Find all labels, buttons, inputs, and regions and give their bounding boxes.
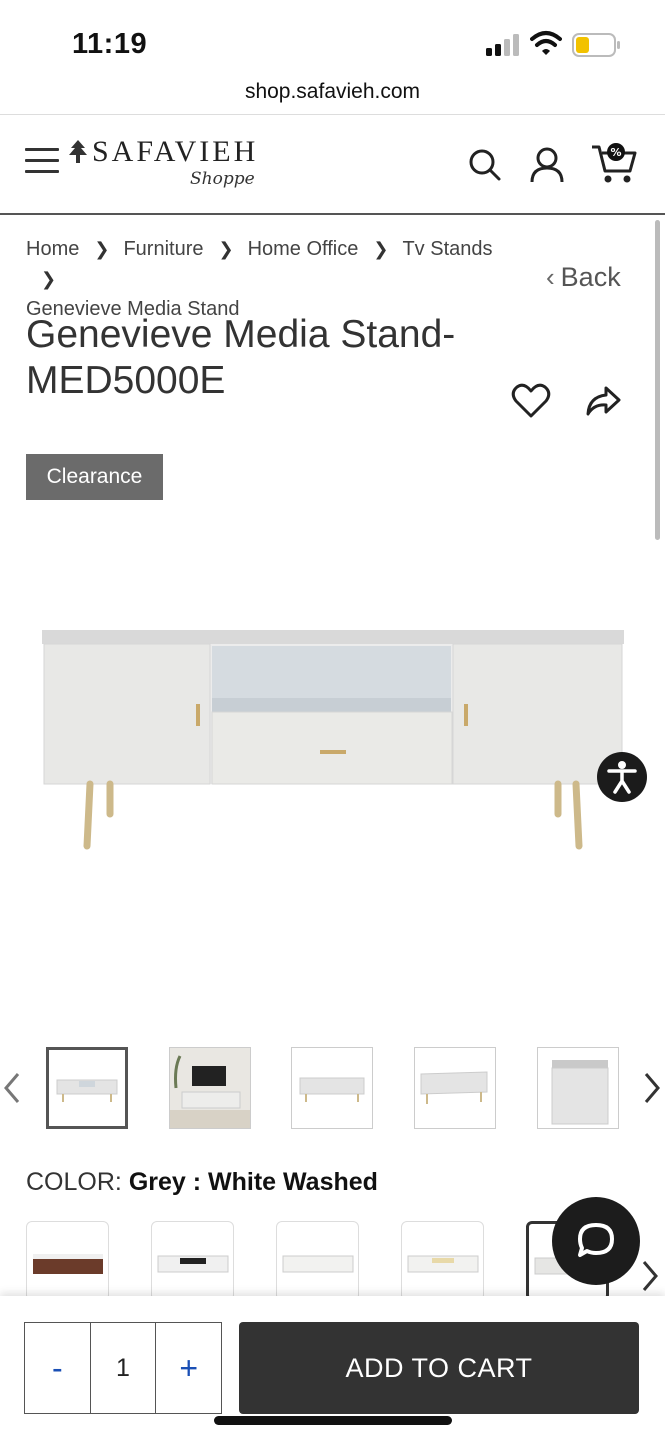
- color-swatch-walnut[interactable]: [26, 1221, 109, 1301]
- menu-icon[interactable]: [25, 148, 59, 176]
- thumbnail-doors-closed[interactable]: [291, 1047, 373, 1129]
- quantity-decrease-button[interactable]: -: [25, 1323, 91, 1413]
- safavieh-logo[interactable]: SAFAVIEH Shoppe: [66, 135, 266, 195]
- search-icon[interactable]: [465, 145, 505, 185]
- status-bar: 11:19: [0, 0, 665, 70]
- clearance-badge: Clearance: [26, 454, 163, 500]
- color-swatch-black-white[interactable]: [151, 1221, 234, 1301]
- chat-bubble-icon: [578, 1223, 614, 1257]
- thumbnails-next-arrow[interactable]: [640, 1068, 664, 1108]
- chevron-left-icon: ‹: [546, 262, 555, 292]
- thumbnail-angle[interactable]: [414, 1047, 496, 1129]
- logo-subtitle: Shoppe: [190, 169, 255, 189]
- cart-icon[interactable]: %: [590, 141, 638, 185]
- product-sku: MED5000E: [26, 359, 226, 402]
- chevron-right-icon: ❯: [373, 239, 389, 259]
- url-text: shop.safavieh.com: [244, 80, 421, 103]
- thumbnail-front[interactable]: [46, 1047, 128, 1129]
- account-icon[interactable]: [527, 145, 567, 185]
- breadcrumb-tv-stands[interactable]: Tv Stands: [402, 238, 492, 260]
- color-swatch-white[interactable]: [276, 1221, 359, 1301]
- chevron-right-icon: ❯: [218, 239, 234, 259]
- breadcrumb: Home ❯ Furniture ❯ Home Office ❯ Tv Stands❯ Ge…: [26, 234, 526, 324]
- chevron-right-icon: ❯: [94, 239, 110, 259]
- cart-badge: %: [610, 146, 621, 159]
- wifi-icon: [530, 31, 562, 55]
- color-value: Grey : White Washed: [128, 1168, 378, 1196]
- quantity-value[interactable]: 1: [91, 1323, 157, 1413]
- cellular-signal-icon: [486, 34, 519, 56]
- thumbnails-prev-arrow[interactable]: [0, 1068, 24, 1108]
- logo-wordmark: SAFAVIEH: [92, 135, 259, 168]
- logo-tree-icon: [69, 140, 87, 163]
- share-icon[interactable]: [584, 384, 622, 418]
- color-selection-label: COLOR: Grey : White Washed: [26, 1168, 378, 1197]
- product-main-image[interactable]: [30, 600, 630, 860]
- color-swatch-white-gold[interactable]: [401, 1221, 484, 1301]
- color-label-key: COLOR:: [26, 1168, 122, 1196]
- status-time: 11:19: [72, 28, 148, 60]
- product-title-line1: Genevieve Media Stand-: [26, 313, 456, 356]
- page-scrollbar[interactable]: [655, 220, 660, 540]
- quantity-increase-button[interactable]: +: [156, 1323, 221, 1413]
- quantity-stepper: - 1 +: [24, 1322, 222, 1414]
- chat-icon[interactable]: [552, 1197, 640, 1285]
- home-indicator: [214, 1416, 452, 1425]
- battery-icon: [572, 33, 620, 57]
- product-title: Genevieve Media Stand- MED5000E: [26, 312, 496, 404]
- accessibility-figure: [607, 761, 637, 794]
- back-link[interactable]: ‹ Back: [546, 262, 621, 293]
- heart-icon[interactable]: [511, 382, 551, 420]
- breadcrumb-home-office[interactable]: Home Office: [248, 238, 359, 260]
- back-label: Back: [560, 262, 621, 292]
- breadcrumb-home[interactable]: Home: [26, 238, 79, 260]
- site-header: SAFAVIEH Shoppe %: [0, 115, 665, 215]
- breadcrumb-furniture[interactable]: Furniture: [123, 238, 203, 260]
- chevron-right-icon: ❯: [41, 269, 57, 289]
- accessibility-icon[interactable]: [597, 752, 647, 802]
- thumbnail-room[interactable]: [169, 1047, 251, 1129]
- thumbnail-side[interactable]: [537, 1047, 619, 1129]
- add-to-cart-button[interactable]: ADD TO CART: [239, 1322, 639, 1414]
- address-bar[interactable]: shop.safavieh.com: [0, 70, 665, 115]
